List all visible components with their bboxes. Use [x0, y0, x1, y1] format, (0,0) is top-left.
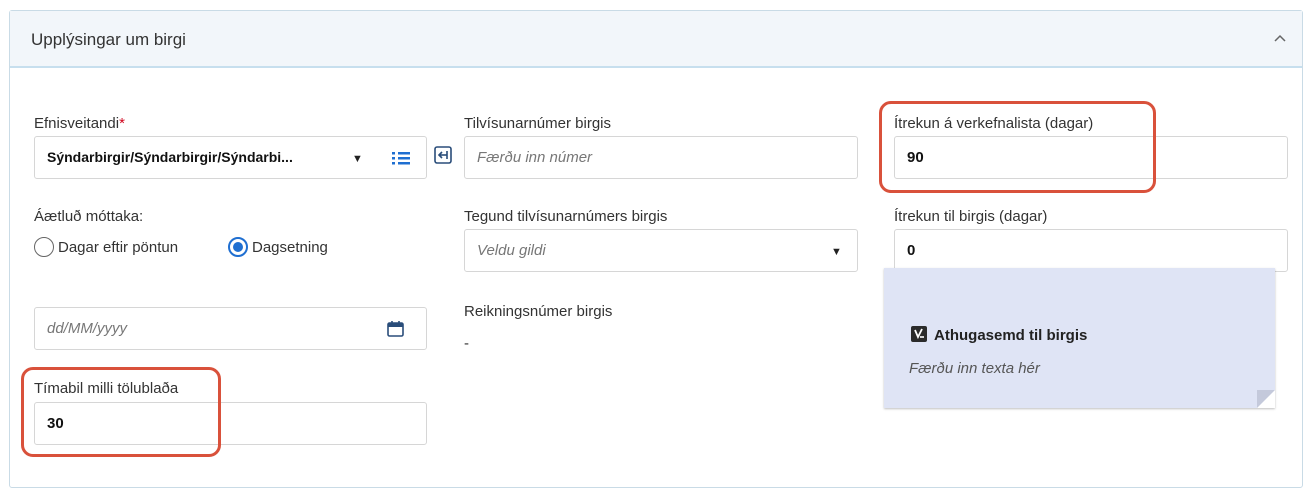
supplier-value: Sýndarbirgir/Sýndarbirgir/Sýndarbi... [47, 149, 293, 165]
supplier-select[interactable]: Sýndarbirgir/Sýndarbirgir/Sýndarbi... ▼ [34, 136, 427, 179]
radio-button-selected[interactable] [228, 237, 248, 257]
ref-type-placeholder: Veldu gildi [477, 242, 546, 259]
interval-value: 30 [47, 415, 64, 432]
ref-type-select[interactable]: Veldu gildi ▼ [464, 229, 858, 272]
reminder-task-value: 90 [907, 149, 924, 166]
expected-receipt-label: Áætluð móttaka: [34, 208, 144, 225]
ref-type-label: Tegund tilvísunarnúmers birgis [464, 208, 668, 225]
panel-title: Upplýsingar um birgi [31, 30, 186, 49]
collapse-button[interactable] [1266, 24, 1294, 52]
supplier-label: Efnisveitandi* [34, 115, 125, 132]
reminder-supplier-label: Ítrekun til birgis (dagar) [894, 208, 1048, 225]
radio-days-after-order[interactable]: Dagar eftir pöntun [34, 237, 178, 257]
ref-number-label: Tilvísunarnúmer birgis [464, 115, 611, 132]
dropdown-caret-icon: ▼ [352, 153, 363, 165]
calendar-icon[interactable] [387, 320, 404, 337]
radio-label: Dagsetning [252, 238, 328, 256]
required-mark: * [119, 115, 125, 132]
list-icon[interactable] [391, 150, 411, 166]
panel-header[interactable]: Upplýsingar um birgi [10, 11, 1302, 68]
note-title: Athugasemd til birgis [934, 327, 1088, 344]
interval-label: Tímabil milli tölublaða [34, 380, 179, 397]
date-placeholder: dd/MM/yyyy [47, 320, 128, 337]
reminder-supplier-input[interactable]: 0 [894, 229, 1288, 272]
invoice-number-label: Reikningsnúmer birgis [464, 303, 613, 320]
supplier-label-text: Efnisveitandi [34, 115, 120, 132]
supplier-note[interactable]: Athugasemd til birgis Færðu inn texta hé… [884, 268, 1275, 408]
date-input[interactable]: dd/MM/yyyy [34, 307, 427, 350]
invoice-number-value: - [464, 335, 469, 352]
radio-date[interactable]: Dagsetning [228, 237, 328, 257]
reminder-supplier-value: 0 [907, 242, 916, 259]
note-placeholder[interactable]: Færðu inn texta hér [909, 360, 1040, 377]
radio-label: Dagar eftir pöntun [58, 238, 179, 256]
reminder-task-label: Ítrekun á verkefnalista (dagar) [894, 115, 1094, 132]
chevron-up-icon [1274, 34, 1286, 42]
ref-number-input[interactable]: Færðu inn númer [464, 136, 858, 179]
dropdown-caret-icon: ▼ [831, 246, 842, 258]
radio-button[interactable] [34, 237, 54, 257]
ref-number-placeholder: Færðu inn númer [477, 149, 593, 166]
note-icon [911, 326, 927, 342]
reminder-task-input[interactable]: 90 [894, 136, 1288, 179]
arrow-into-box-icon[interactable] [434, 146, 452, 169]
note-fold [1257, 390, 1275, 408]
interval-input[interactable]: 30 [34, 402, 427, 445]
